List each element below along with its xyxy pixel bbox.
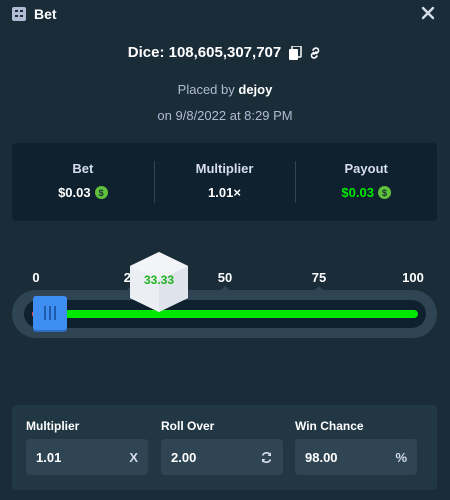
- slider-handle[interactable]: [33, 296, 67, 330]
- close-icon[interactable]: [420, 5, 436, 21]
- stat-multiplier-value: 1.01×: [208, 185, 241, 200]
- grip-line: [44, 306, 46, 320]
- win-chance-field: Win Chance 98.00 %: [295, 419, 417, 475]
- roll-over-field: Roll Over 2.00: [161, 419, 283, 475]
- multiplier-field: Multiplier 1.01 X: [26, 419, 148, 475]
- dice-id-row: Dice: 108,605,307,707: [0, 44, 450, 61]
- modal-header: Bet: [0, 0, 450, 28]
- tick-label-100: 100: [402, 270, 424, 285]
- refresh-icon[interactable]: [260, 451, 273, 464]
- placed-by-prefix: Placed by: [177, 82, 235, 97]
- placed-by-user[interactable]: dejoy: [238, 82, 272, 97]
- stat-payout-value-row: $0.03 $: [341, 185, 391, 200]
- roll-over-input-value: 2.00: [171, 449, 197, 465]
- multiplier-input[interactable]: 1.01 X: [26, 439, 148, 475]
- coin-icon: $: [377, 186, 391, 199]
- tick-label-50: 50: [217, 270, 233, 285]
- coin-icon: $: [94, 186, 108, 199]
- stat-multiplier-label: Multiplier: [195, 161, 254, 176]
- multiplier-input-value: 1.01: [36, 449, 62, 465]
- multiplier-field-label: Multiplier: [26, 419, 80, 433]
- bet-date: on 9/8/2022 at 8:29 PM: [157, 108, 293, 123]
- win-chance-input-value: 98.00: [305, 449, 338, 465]
- stat-multiplier-value-row: 1.01×: [208, 185, 241, 200]
- stat-bet-label: Bet: [72, 161, 94, 176]
- win-chance-field-label: Win Chance: [295, 419, 364, 433]
- tick-label-0: 0: [32, 270, 40, 285]
- stat-bet-value-row: $0.03 $: [58, 185, 108, 200]
- stat-payout: Payout $0.03 $: [295, 143, 437, 221]
- roll-result: 33.33: [143, 273, 175, 287]
- placed-by: Placed by dejoy: [0, 82, 450, 97]
- slider-win-range: [50, 310, 418, 318]
- dice-id: Dice: 108,605,307,707: [127, 44, 282, 61]
- grip-line: [54, 306, 56, 320]
- bet-stats-panel: Bet $0.03 $ Multiplier 1.01× Payout $0.0…: [12, 143, 437, 221]
- link-icon[interactable]: [308, 46, 322, 60]
- slider-scale: 0 25 50 75 100: [0, 270, 450, 291]
- stat-payout-label: Payout: [344, 161, 388, 176]
- roll-over-field-label: Roll Over: [161, 419, 215, 433]
- stat-bet: Bet $0.03 $: [12, 143, 154, 221]
- multiplier-suffix: X: [129, 449, 138, 465]
- roll-over-input[interactable]: 2.00: [161, 439, 283, 475]
- bet-slip-icon: [12, 7, 26, 21]
- grip-line: [49, 306, 51, 320]
- stat-payout-value: $0.03: [341, 185, 374, 200]
- win-chance-input[interactable]: 98.00 %: [295, 439, 417, 475]
- modal-title: Bet: [34, 6, 57, 22]
- stat-multiplier: Multiplier 1.01×: [153, 143, 296, 221]
- stat-bet-value: $0.03: [58, 185, 91, 200]
- copy-icon[interactable]: [289, 45, 302, 60]
- bet-settings-panel: Multiplier 1.01 X Roll Over 2.00 Win Cha…: [12, 405, 437, 490]
- win-chance-suffix: %: [395, 449, 407, 465]
- tick-label-75: 75: [311, 270, 327, 285]
